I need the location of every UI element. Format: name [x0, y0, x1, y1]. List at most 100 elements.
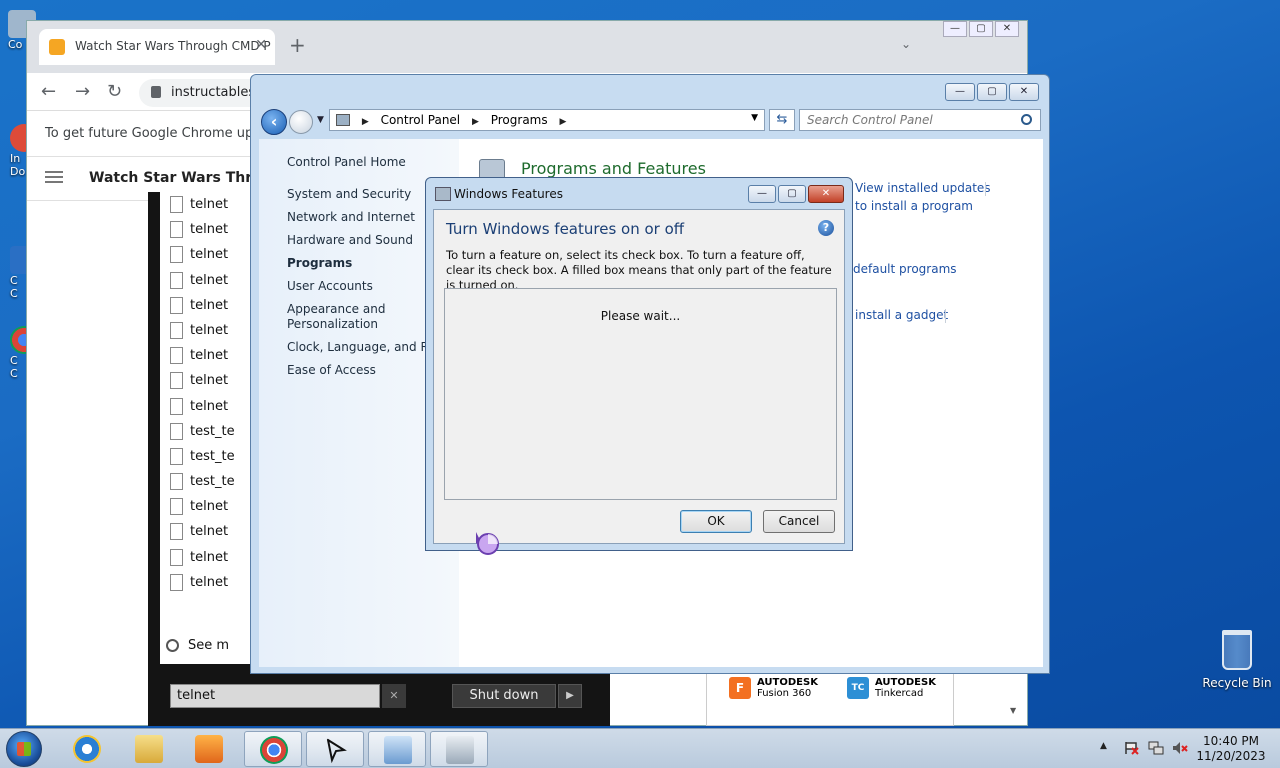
refresh-icon[interactable]: ⇆ [769, 109, 795, 131]
taskbar-media-player[interactable] [180, 731, 238, 767]
control-panel-window-controls: — ▢ ✕ [945, 83, 1039, 101]
minimize-button[interactable]: — [748, 185, 776, 203]
document-icon [170, 296, 183, 314]
features-list[interactable]: Please wait... [444, 288, 837, 500]
search-control-panel-input[interactable]: Search Control Panel [799, 109, 1041, 131]
clock-time: 10:40 PM [1203, 734, 1259, 748]
dialog-heading: Turn Windows features on or off [446, 220, 685, 238]
search-icon[interactable] [1021, 114, 1032, 125]
volume-muted-icon[interactable] [1172, 741, 1188, 755]
autodesk-ad[interactable]: F AUTODESK Fusion 360 TC AUTODESK Tinker… [706, 672, 954, 726]
network-icon[interactable] [1148, 741, 1164, 755]
breadcrumb-separator-icon[interactable]: ▶ [362, 117, 369, 127]
close-button[interactable]: ✕ [1009, 83, 1039, 101]
start-button[interactable] [6, 731, 42, 767]
see-more-label: See m [188, 638, 230, 653]
forward-arrow-icon[interactable] [289, 110, 313, 134]
search-result-label: telnet [190, 373, 229, 389]
desktop-icon-recycle-bin[interactable]: Recycle Bin [1200, 630, 1274, 690]
taskbar-cursor-app[interactable] [306, 731, 364, 767]
recent-pages-chevron-icon[interactable]: ▼ [317, 115, 324, 125]
shut-down-options-arrow-icon[interactable]: ▶ [558, 684, 582, 708]
install-program-link[interactable]: to install a program [855, 199, 973, 213]
cancel-button[interactable]: Cancel [763, 510, 835, 533]
document-icon [170, 372, 183, 390]
search-result-label: telnet [190, 247, 229, 263]
system-clock[interactable]: 10:40 PM 11/20/2023 [1196, 734, 1266, 764]
new-tab-button[interactable]: + [289, 33, 306, 57]
tab-strip: Watch Star Wars Through CMD P ✕ + ⌄ — ▢ … [27, 21, 1027, 73]
address-dropdown-icon[interactable]: ▼ [751, 113, 758, 123]
minimize-button[interactable]: — [945, 83, 975, 101]
document-icon [170, 498, 183, 516]
taskbar-windows-features[interactable] [430, 731, 488, 767]
maximize-button[interactable]: ▢ [778, 185, 806, 203]
folder-icon [135, 735, 163, 763]
search-result-label: telnet [190, 524, 229, 540]
address-url: instructables [171, 85, 256, 100]
clear-search-button[interactable]: ✕ [382, 684, 406, 708]
forward-button[interactable]: → [75, 81, 90, 102]
document-icon [170, 271, 183, 289]
start-search-input[interactable]: telnet [170, 684, 380, 708]
close-button[interactable]: ✕ [995, 21, 1019, 37]
control-panel-home-link[interactable]: Control Panel Home [287, 155, 406, 169]
document-icon [170, 321, 183, 339]
page-scroll-down-icon[interactable]: ▼ [1010, 706, 1016, 715]
address-breadcrumb[interactable]: ▶ Control Panel ▶ Programs ▶ ▼ [329, 109, 765, 131]
tab-search-chevron-icon[interactable]: ⌄ [901, 37, 911, 51]
arrow-cursor-icon [326, 737, 347, 764]
search-result-label: telnet [190, 197, 229, 212]
search-result-label: telnet [190, 499, 229, 515]
minimize-button[interactable]: — [943, 21, 967, 37]
shut-down-button[interactable]: Shut down [452, 684, 556, 708]
breadcrumb-separator-icon[interactable]: ▶ [559, 117, 566, 127]
hamburger-menu-icon[interactable] [45, 171, 63, 183]
ad-product: Tinkercad [875, 688, 924, 699]
breadcrumb-programs[interactable]: Programs [491, 113, 548, 127]
media-player-icon [195, 735, 223, 763]
default-programs-link[interactable]: default programs [853, 262, 957, 276]
busy-cursor-icon [476, 532, 499, 555]
tinkercad-badge-icon: TC [847, 677, 869, 699]
breadcrumb-separator-icon[interactable]: ▶ [472, 117, 479, 127]
reload-button[interactable]: ↻ [107, 81, 122, 102]
ad-brand: AUTODESK [875, 677, 936, 688]
chrome-window-controls: — ▢ ✕ [943, 21, 1019, 37]
action-center-flag-icon[interactable] [1124, 741, 1140, 755]
windows-features-dialog: Windows Features — ▢ ✕ Turn Windows feat… [425, 177, 853, 551]
show-hidden-icons-button[interactable]: ▲ [1100, 741, 1107, 751]
tinkercad-logo: TC AUTODESK Tinkercad [847, 677, 936, 699]
taskbar-control-panel[interactable] [368, 731, 426, 767]
search-result-label: test_te [190, 474, 235, 490]
see-more-results-link[interactable]: See m [166, 638, 230, 653]
control-panel-icon [384, 736, 412, 764]
document-icon [170, 473, 183, 491]
help-icon[interactable]: ? [818, 220, 834, 236]
search-result-label: test_te [190, 448, 235, 464]
close-button[interactable]: ✕ [808, 185, 844, 203]
dialog-window-controls: — ▢ ✕ [748, 185, 844, 203]
install-gadget-link[interactable]: install a gadget [855, 308, 948, 322]
maximize-button[interactable]: ▢ [969, 21, 993, 37]
taskbar-internet-explorer[interactable] [58, 731, 116, 767]
back-arrow-icon[interactable]: ‹ [261, 109, 287, 135]
taskbar-chrome[interactable] [244, 731, 302, 767]
browser-tab[interactable]: Watch Star Wars Through CMD P ✕ [39, 29, 275, 65]
view-installed-updates-link[interactable]: View installed updates [855, 181, 991, 195]
back-button[interactable]: ← [41, 81, 56, 102]
maximize-button[interactable]: ▢ [977, 83, 1007, 101]
document-icon [170, 548, 183, 566]
recycle-bin-label: Recycle Bin [1202, 676, 1272, 690]
taskbar: ▲ 10:40 PM 11/20/2023 [0, 728, 1280, 768]
search-result-label: test_te [190, 423, 235, 439]
taskbar-file-explorer[interactable] [120, 731, 178, 767]
programs-and-features-link[interactable]: Programs and Features [521, 159, 706, 178]
ok-button[interactable]: OK [680, 510, 752, 533]
document-icon [170, 447, 183, 465]
breadcrumb-control-panel[interactable]: Control Panel [381, 113, 461, 127]
document-icon [170, 397, 183, 415]
search-result-label: telnet [190, 322, 229, 338]
tab-close-icon[interactable]: ✕ [255, 37, 267, 53]
loading-status: Please wait... [600, 309, 681, 323]
